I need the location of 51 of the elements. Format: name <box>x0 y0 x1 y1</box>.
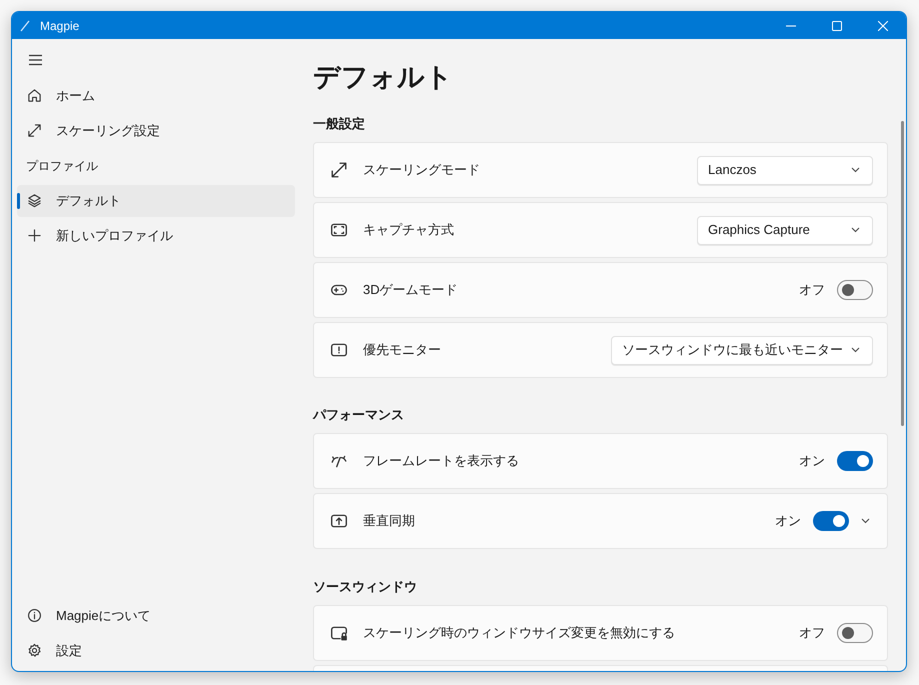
chevron-down-icon[interactable] <box>861 518 870 524</box>
diagonal-arrows-icon <box>330 161 348 179</box>
setting-label: フレームレートを表示する <box>363 452 519 470</box>
setting-label: 優先モニター <box>363 341 441 360</box>
capture-frame-icon <box>330 221 348 239</box>
nav-item[interactable]: スケーリング設定 <box>17 114 295 146</box>
toggle-switch[interactable] <box>837 623 873 643</box>
toggle-state: オン <box>775 512 801 530</box>
toggle-switch[interactable] <box>837 280 873 300</box>
setting-label: スケーリングモード <box>363 161 480 180</box>
upload-icon <box>330 512 348 530</box>
layers-icon <box>27 193 42 208</box>
window-title: Magpie <box>40 18 80 34</box>
nav-item[interactable]: Magpieについて <box>17 600 295 632</box>
dropdown[interactable]: Lanczos <box>697 156 873 184</box>
toggle-state: オフ <box>799 281 825 300</box>
monitor-icon <box>330 341 348 359</box>
section-header: ソースウィンドウ <box>313 578 417 596</box>
section-header: プロファイル <box>26 158 98 174</box>
menu-icon <box>28 54 42 66</box>
dropdown[interactable]: ソースウィンドウに最も近いモニター <box>611 336 873 364</box>
toggle-switch[interactable] <box>837 451 873 471</box>
nav-item[interactable]: ホーム <box>17 80 295 112</box>
chevron-down-icon <box>851 347 860 353</box>
setting-label: 垂直同期 <box>363 512 415 530</box>
chevron-down-icon <box>851 227 860 233</box>
setting-label: キャプチャ方式 <box>363 221 454 240</box>
setting-label: 3Dゲームモード <box>363 281 458 300</box>
page-title: デフォルト <box>313 61 454 93</box>
chevron-down-icon <box>851 167 860 173</box>
nav-item[interactable]: デフォルト <box>17 184 295 216</box>
diagonal-arrows-icon <box>27 123 42 138</box>
settings-icon <box>27 643 42 658</box>
info-icon <box>27 608 42 623</box>
section-header: パフォーマンス <box>313 406 404 424</box>
home-icon <box>27 88 42 103</box>
toggle-state: オン <box>799 452 825 470</box>
scrollbar[interactable] <box>901 121 904 426</box>
dropdown[interactable]: Graphics Capture <box>697 216 873 244</box>
setting-label: スケーリング時のウィンドウサイズ変更を無効にする <box>363 624 675 642</box>
feather-icon <box>20 20 30 32</box>
section-header: 一般設定 <box>313 115 365 134</box>
nav-item[interactable]: 新しいプロファイル <box>17 220 295 252</box>
maximize-icon <box>832 20 842 30</box>
toggle-switch[interactable] <box>813 511 849 531</box>
nav-item[interactable]: 設定 <box>17 634 295 666</box>
selection-indicator <box>17 192 20 208</box>
window-lock-icon <box>330 624 348 642</box>
close-icon <box>878 20 888 30</box>
plus-icon <box>27 228 42 243</box>
toggle-state: オフ <box>799 624 825 642</box>
